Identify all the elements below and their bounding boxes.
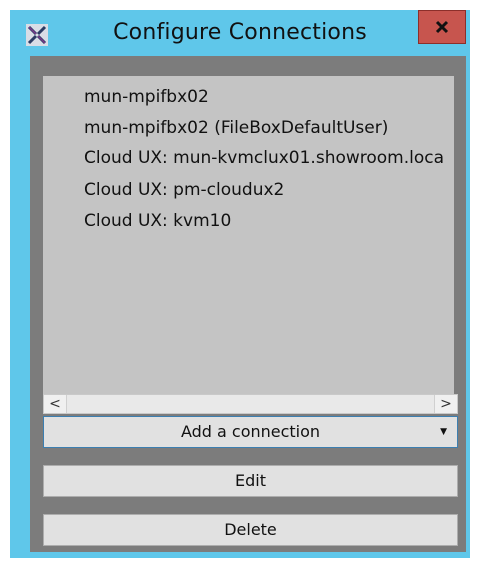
dropdown-arrow-icon: ▼ <box>440 427 447 437</box>
edit-button-label: Edit <box>235 471 266 490</box>
scroll-right-button[interactable]: > <box>434 395 457 413</box>
chevron-right-icon: > <box>440 396 452 412</box>
chevron-left-icon: < <box>49 396 61 412</box>
delete-button-label: Delete <box>224 520 277 539</box>
add-connection-button[interactable]: Add a connection ▼ <box>43 416 458 448</box>
horizontal-scrollbar[interactable]: < > <box>43 394 458 414</box>
close-icon <box>435 20 449 34</box>
add-connection-label: Add a connection <box>180 422 321 441</box>
list-item[interactable]: mun-mpifbx02 <box>84 85 209 109</box>
edit-button[interactable]: Edit <box>43 465 458 497</box>
list-item[interactable]: Cloud UX: kvm10 <box>84 209 231 233</box>
connections-list[interactable]: mun-mpifbx02 mun-mpifbx02 (FileBoxDefaul… <box>43 76 454 394</box>
list-item[interactable]: mun-mpifbx02 (FileBoxDefaultUser) <box>84 116 388 140</box>
scroll-left-button[interactable]: < <box>44 395 67 413</box>
list-item[interactable]: Cloud UX: mun-kvmclux01.showroom.loca <box>84 146 444 170</box>
window-title: Configure Connections <box>113 20 367 45</box>
dialog-body: mun-mpifbx02 mun-mpifbx02 (FileBoxDefaul… <box>30 56 466 552</box>
delete-button[interactable]: Delete <box>43 514 458 546</box>
list-item[interactable]: Cloud UX: pm-cloudux2 <box>84 178 284 202</box>
close-button[interactable] <box>418 10 466 44</box>
title-bar[interactable]: Configure Connections <box>10 10 470 58</box>
configure-connections-window: Configure Connections mun-mpifbx02 mun-m… <box>10 10 470 558</box>
